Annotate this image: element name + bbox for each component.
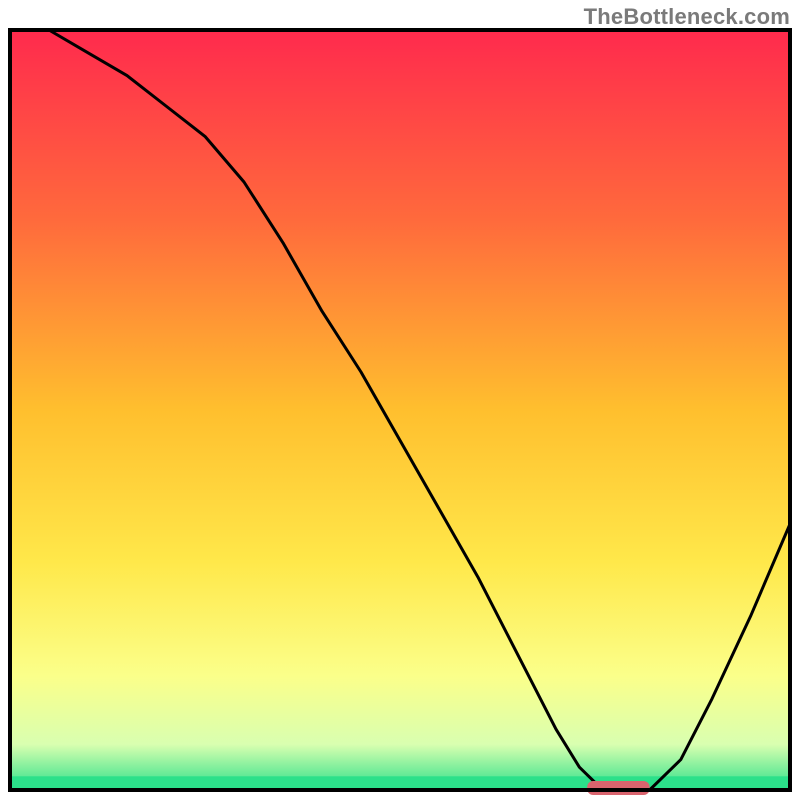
chart-container: TheBottleneck.com xyxy=(0,0,800,800)
plot-background xyxy=(10,30,790,790)
bottleneck-chart xyxy=(0,0,800,800)
baseline-strip xyxy=(10,776,790,790)
plot-area xyxy=(10,30,790,795)
